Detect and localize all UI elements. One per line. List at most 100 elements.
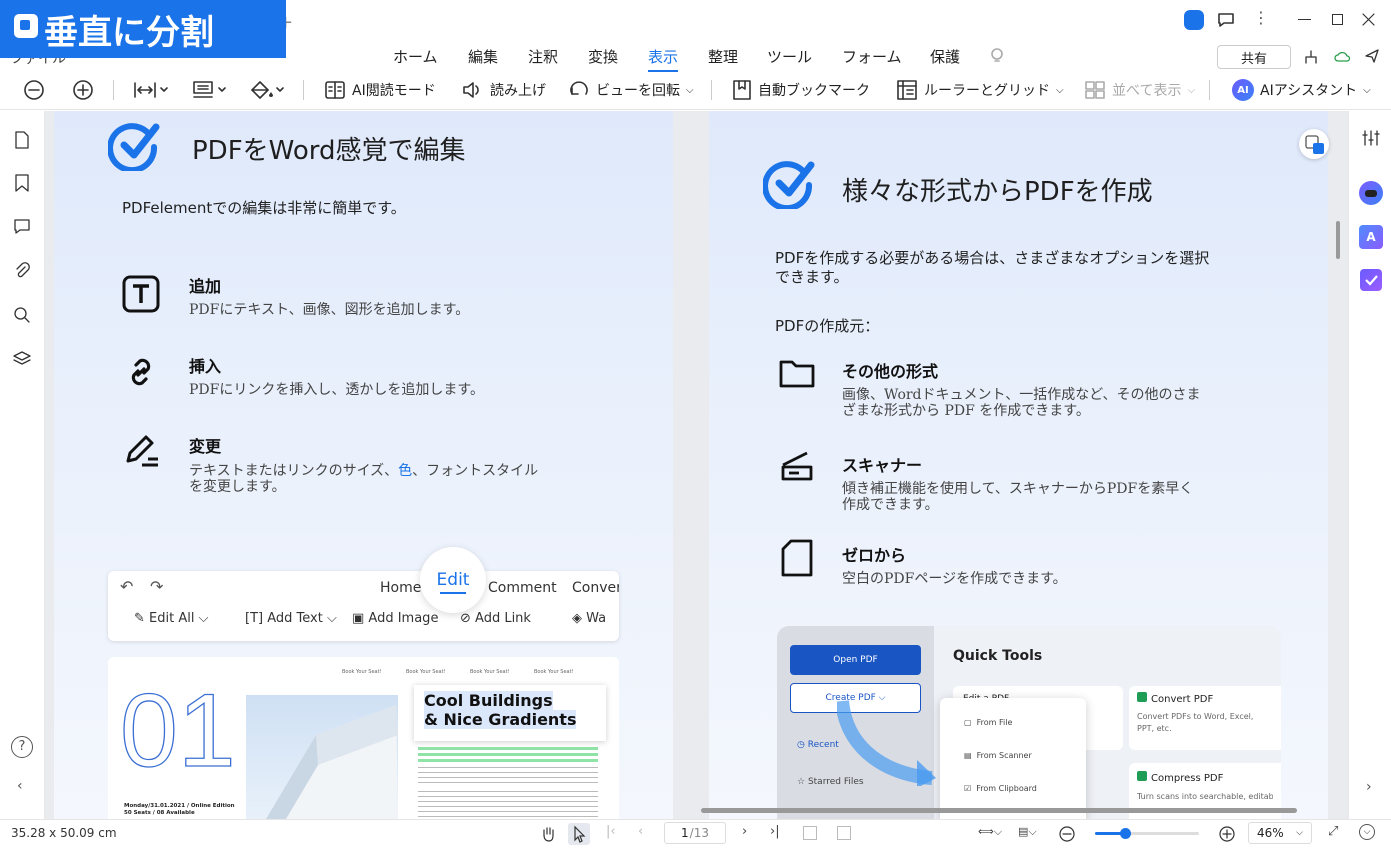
zoom-out-icon[interactable] xyxy=(23,79,45,101)
auto-bookmark-button[interactable]: 自動ブックマーク xyxy=(732,78,870,102)
collapse-left-icon[interactable]: ‹ xyxy=(17,778,23,794)
tab-comment[interactable]: 注釈 xyxy=(528,46,558,67)
mock-tool-add-text-label: Add Text xyxy=(267,611,323,626)
fullscreen-icon[interactable]: ⤢ xyxy=(1328,824,1338,839)
tab-home[interactable]: ホーム xyxy=(393,46,438,67)
item-change-text-color: 色 xyxy=(398,463,413,479)
mock-convert-title: Convert PDF xyxy=(1137,692,1273,705)
select-tool-button[interactable] xyxy=(568,823,590,845)
read-aloud-button[interactable]: 読み上げ xyxy=(462,78,546,102)
ai-robot-icon[interactable] xyxy=(1359,181,1383,205)
maximize-icon[interactable] xyxy=(1332,14,1343,25)
rotate-view-button[interactable]: ビューを回転 ⌵ xyxy=(568,78,694,102)
tab-protect[interactable]: 保護 xyxy=(930,46,960,67)
fill-color-icon[interactable] xyxy=(248,79,284,101)
prev-page-icon[interactable]: ‹ xyxy=(638,824,643,839)
feedback-icon[interactable] xyxy=(1217,12,1235,28)
page-size: 35.28 x 50.09 cm xyxy=(11,826,117,840)
badge-label: 垂直に分割 xyxy=(44,12,214,53)
left-page: PDFをWord感覚で編集 PDFelementでの編集は非常に簡単です。 追加… xyxy=(54,111,673,819)
right-page-source-label: PDFの作成元： xyxy=(775,317,880,335)
mock-convert-label: Convert PDF xyxy=(1151,694,1214,705)
mock-tool-add-link-label: Add Link xyxy=(475,611,531,626)
help-icon[interactable]: ? xyxy=(11,736,33,758)
tab-convert[interactable]: 変換 xyxy=(588,46,618,67)
rotate-view-label: ビューを回転 xyxy=(596,83,680,99)
mock-tool-edit-all: ✎ Edit All ⌵ xyxy=(134,611,209,626)
mock-doc-footer-2: 50 Seats / 08 Available xyxy=(124,810,195,816)
app-logo-icon[interactable] xyxy=(1184,10,1204,30)
fit-width-status-icon[interactable] xyxy=(837,826,851,840)
share-button[interactable]: 共有 xyxy=(1217,45,1291,69)
grid-icon xyxy=(1085,81,1105,99)
side-by-side-button[interactable]: 並べて表示 ⌵ xyxy=(1084,78,1195,102)
pen-edit-icon xyxy=(126,435,158,467)
next-page-icon[interactable]: › xyxy=(742,824,747,839)
mock-recent: ◷ Recent xyxy=(797,740,839,750)
page-number-field[interactable]: 1/13 xyxy=(664,822,726,844)
ruler-grid-label: ルーラーとグリッド xyxy=(924,83,1050,99)
translate-button[interactable] xyxy=(1299,129,1329,159)
mock-tool-edit-all-label: Edit All xyxy=(149,611,195,626)
read-aloud-label: 読み上げ xyxy=(490,83,546,99)
more-icon[interactable]: ⋮ xyxy=(1253,8,1269,27)
status-zoom-out-icon[interactable] xyxy=(1058,825,1076,843)
page-layout-icon[interactable] xyxy=(192,80,228,100)
text-box-icon xyxy=(122,275,160,313)
zoom-slider-thumb[interactable] xyxy=(1120,828,1131,839)
scanner-icon xyxy=(781,451,813,481)
ai-translate-icon[interactable]: A xyxy=(1359,225,1383,249)
fit-width-icon[interactable] xyxy=(133,81,169,99)
hand-tool-icon[interactable] xyxy=(540,825,556,843)
vertical-scrollbar[interactable] xyxy=(1336,221,1340,259)
item-insert-text: PDFにリンクを挿入し、透かしを追加します。 xyxy=(189,382,484,398)
toolbar-separator xyxy=(1209,80,1210,100)
cloud-sync-icon[interactable] xyxy=(1334,49,1352,65)
mock-doc-footer-1: Monday/31.01.2021 / Online Edition xyxy=(124,803,235,809)
item-add-head: 追加 xyxy=(189,277,222,296)
attachment-icon[interactable] xyxy=(14,262,30,280)
first-page-icon[interactable]: |‹ xyxy=(606,824,616,839)
mock-doc-heading-1: Cool Buildings xyxy=(424,691,553,710)
tab-tools[interactable]: ツール xyxy=(767,46,812,67)
zoom-select[interactable]: 46% ⌵ xyxy=(1248,822,1312,844)
horizontal-scrollbar[interactable] xyxy=(701,808,1297,813)
lightbulb-icon[interactable] xyxy=(990,47,1004,65)
mock-arrow-graphic xyxy=(837,700,936,786)
layers-icon[interactable] xyxy=(13,351,31,367)
search-icon[interactable] xyxy=(13,306,31,324)
page-display-icon[interactable]: ▤⌵ xyxy=(1018,825,1037,839)
item-change-text-1: テキストまたはリンクのサイズ、 xyxy=(189,463,399,479)
tab-form[interactable]: フォーム xyxy=(842,46,902,67)
mock-menu-from-scanner-label: From Scanner xyxy=(976,751,1032,760)
zoom-slider[interactable] xyxy=(1095,828,1199,839)
send-icon[interactable] xyxy=(1364,48,1380,64)
collapse-right-icon[interactable]: › xyxy=(1366,779,1372,795)
comment-panel-icon[interactable] xyxy=(14,219,30,235)
ai-reading-mode-button[interactable]: AI閲読モード xyxy=(324,78,436,102)
last-page-icon[interactable]: ›| xyxy=(770,824,780,839)
tab-edit[interactable]: 編集 xyxy=(468,46,498,67)
ai-assistant-button[interactable]: AI AIアシスタント ⌵ xyxy=(1232,78,1371,102)
ai-check-icon[interactable] xyxy=(1360,269,1382,291)
mock-redo-icon: ↷ xyxy=(150,577,164,596)
status-zoom-in-icon[interactable] xyxy=(1218,825,1236,843)
view-mode-icon[interactable]: ⟺⌵ xyxy=(978,825,1002,839)
bookmark-panel-icon[interactable] xyxy=(14,174,30,192)
close-icon[interactable] xyxy=(1362,13,1375,26)
properties-icon[interactable] xyxy=(1361,129,1381,147)
folder-icon xyxy=(779,360,815,388)
pages-icon[interactable] xyxy=(14,131,30,149)
zoom-in-icon[interactable] xyxy=(72,79,94,101)
org-chart-icon[interactable] xyxy=(1303,49,1319,65)
left-page-intro: PDFelementでの編集は非常に簡単です。 xyxy=(122,199,406,217)
mock-tool-add-text: [T] Add Text ⌵ xyxy=(245,611,337,626)
ruler-grid-button[interactable]: ルーラーとグリッド ⌵ xyxy=(896,78,1064,102)
fit-page-icon[interactable] xyxy=(803,826,817,840)
left-page-title: PDFをWord感覚で編集 xyxy=(192,136,466,166)
expand-status-icon[interactable]: ⌵ xyxy=(1359,824,1375,840)
minimize-icon[interactable] xyxy=(1298,19,1311,20)
tab-view[interactable]: 表示 xyxy=(648,46,679,72)
mock-tab-home: Home xyxy=(380,580,422,596)
tab-organize[interactable]: 整理 xyxy=(708,46,738,67)
